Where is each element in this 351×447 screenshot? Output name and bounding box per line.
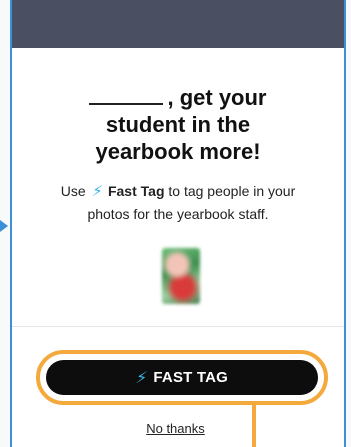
fast-tag-button-label: FAST TAG xyxy=(153,369,229,386)
modal-headline: , get your student in the yearbook more! xyxy=(12,84,344,165)
headline-line-3: yearbook more! xyxy=(95,139,261,164)
description-line-2: photos for the yearbook staff. xyxy=(87,206,269,222)
student-photo-thumbnail xyxy=(162,248,200,304)
no-thanks-link[interactable]: No thanks xyxy=(0,421,351,436)
section-divider xyxy=(12,326,344,327)
description-middle: to tag people in your xyxy=(168,183,296,199)
lightning-bolt-icon: ⚡ xyxy=(134,369,149,387)
headline-line-1-text: , get your xyxy=(167,85,267,110)
headline-line-2: student in the xyxy=(105,112,251,137)
modal-description: Use ⚡ Fast Tag to tag people in your pho… xyxy=(30,180,326,225)
pointer-arrow-icon xyxy=(0,220,8,232)
modal-header-bar xyxy=(12,0,344,48)
fast-tag-button[interactable]: ⚡ FAST TAG xyxy=(46,360,318,395)
headline-line-1: , get your xyxy=(12,84,344,111)
name-placeholder-blank xyxy=(89,87,164,105)
lightning-bolt-icon: ⚡ xyxy=(90,183,104,200)
feature-name: Fast Tag xyxy=(107,183,165,199)
description-prefix: Use xyxy=(60,183,86,199)
